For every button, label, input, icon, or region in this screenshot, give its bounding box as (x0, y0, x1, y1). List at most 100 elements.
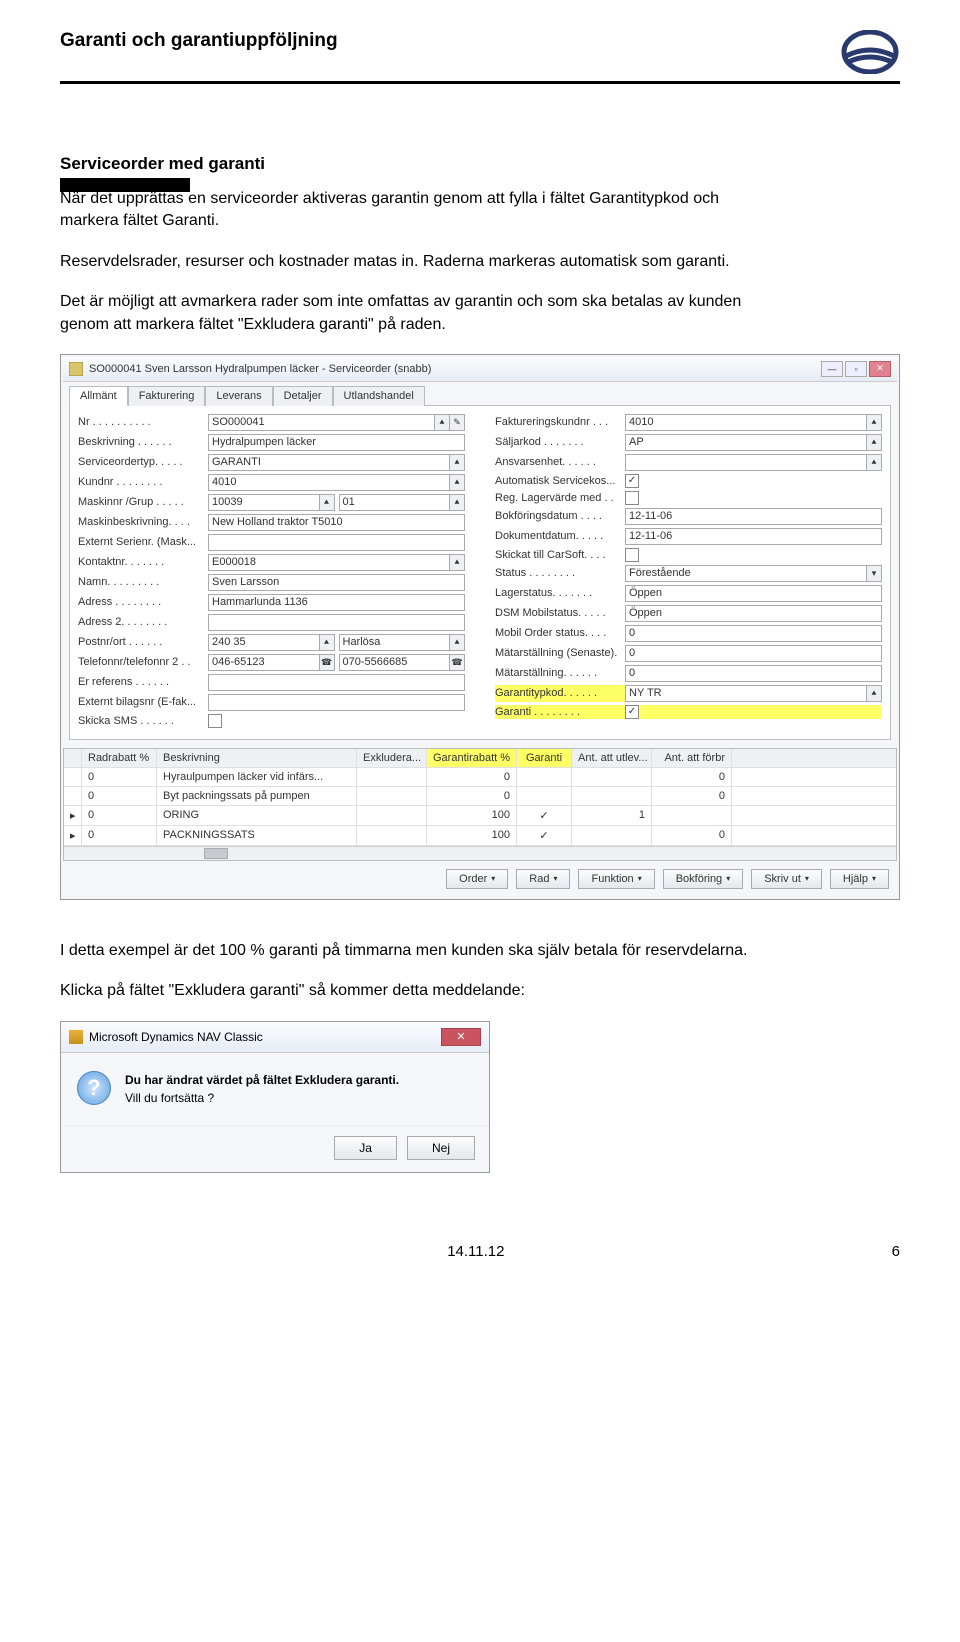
field-label: Garantitypkod. . . . . . (495, 687, 625, 699)
checkbox[interactable] (208, 714, 222, 728)
dialog-close-button[interactable]: ✕ (441, 1028, 481, 1046)
text-input[interactable]: NY TR (625, 685, 867, 702)
grid-header[interactable]: Exkludera... (357, 749, 427, 767)
close-button[interactable]: ✕ (869, 361, 891, 377)
edit-button[interactable]: ✎ (449, 414, 465, 431)
field-label: Mobil Order status. . . . (495, 627, 625, 639)
field-label: Beskrivning . . . . . . (78, 436, 208, 448)
text-input[interactable]: 0 (625, 665, 882, 682)
grid-header[interactable]: Beskrivning (157, 749, 357, 767)
text-input[interactable] (208, 534, 465, 551)
grid-header[interactable]: Garantirabatt % (427, 749, 517, 767)
field-label: Telefonnr/telefonnr 2 . . (78, 656, 208, 668)
grid-header[interactable]: Garanti (517, 749, 572, 767)
document-title: Garanti och garantiuppföljning (60, 30, 338, 52)
order-button[interactable]: Order▾ (446, 869, 508, 889)
field-label: Lagerstatus. . . . . . . (495, 587, 625, 599)
dialog-no-button[interactable]: Nej (407, 1136, 475, 1160)
field-label: Kundnr . . . . . . . . (78, 476, 208, 488)
text-input[interactable]: 4010 (625, 414, 867, 431)
text-input[interactable]: GARANTI (208, 454, 450, 471)
lookup-button[interactable]: ⯅ (449, 494, 465, 511)
lookup-button[interactable]: ⯅ (866, 434, 882, 451)
funktion-button[interactable]: Funktion▾ (578, 869, 654, 889)
field-label: Faktureringskundnr . . . (495, 416, 625, 428)
text-input[interactable] (208, 614, 465, 631)
text-input[interactable] (208, 674, 465, 691)
field-label: Mätarställning. . . . . . (495, 667, 625, 679)
tab-detaljer[interactable]: Detaljer (273, 386, 333, 406)
tab-allmänt[interactable]: Allmänt (69, 386, 128, 406)
lookup-button[interactable]: ⯅ (434, 414, 450, 431)
lookup-button[interactable]: ⯅ (866, 414, 882, 431)
table-row[interactable]: 0Hyraulpumpen läcker vid infärs...00 (64, 768, 896, 787)
text-input[interactable]: E000018 (208, 554, 450, 571)
tab-leverans[interactable]: Leverans (205, 386, 272, 406)
checkbox[interactable] (625, 491, 639, 505)
phone-icon[interactable]: ☎ (319, 654, 335, 671)
text-input[interactable]: 0 (625, 625, 882, 642)
bokföring-button[interactable]: Bokföring▾ (663, 869, 744, 889)
dropdown-button[interactable]: ▾ (866, 565, 882, 582)
lookup-button[interactable]: ⯅ (319, 494, 335, 511)
table-row[interactable]: 0Byt packningssats på pumpen00 (64, 787, 896, 806)
table-row[interactable]: ▸0ORING100✓1 (64, 806, 896, 826)
field-label: Nr . . . . . . . . . . (78, 416, 208, 428)
text-input[interactable]: 01 (339, 494, 451, 511)
form-field: Mobil Order status. . . .0 (495, 625, 882, 642)
text-input[interactable]: 10039 (208, 494, 320, 511)
rad-button[interactable]: Rad▾ (516, 869, 570, 889)
lookup-button[interactable]: ⯅ (449, 454, 465, 471)
text-input[interactable]: SO000041 (208, 414, 435, 431)
field-label: Reg. Lagervärde med . . (495, 492, 625, 504)
text-input[interactable]: 046-65123 (208, 654, 320, 671)
text-input[interactable] (208, 694, 465, 711)
grid-header[interactable]: Ant. att förbr (652, 749, 732, 767)
text-input[interactable]: Hydralpumpen läcker (208, 434, 465, 451)
text-input[interactable]: Sven Larsson (208, 574, 465, 591)
lookup-button[interactable]: ⯅ (449, 554, 465, 571)
lookup-button[interactable]: ⯅ (449, 634, 465, 651)
text-input[interactable] (625, 454, 867, 471)
dialog-yes-button[interactable]: Ja (334, 1136, 397, 1160)
tab-fakturering[interactable]: Fakturering (128, 386, 206, 406)
lookup-button[interactable]: ⯅ (866, 685, 882, 702)
field-label: Maskinnr /Grup . . . . . (78, 496, 208, 508)
dialog-line-2: Vill du fortsätta ? (125, 1089, 399, 1107)
minimize-button[interactable]: — (821, 361, 843, 377)
phone-icon[interactable]: ☎ (449, 654, 465, 671)
text-input[interactable]: Öppen (625, 605, 882, 622)
form-field: Externt bilagsnr (E-fak... (78, 694, 465, 711)
lines-grid[interactable]: Radrabatt %BeskrivningExkludera...Garant… (63, 748, 897, 861)
form-field: DSM Mobilstatus. . . . .Öppen (495, 605, 882, 622)
checkbox[interactable]: ✓ (625, 474, 639, 488)
checkbox[interactable] (625, 548, 639, 562)
text-input[interactable]: New Holland traktor T5010 (208, 514, 465, 531)
grid-header[interactable]: Ant. att utlev... (572, 749, 652, 767)
text-input[interactable]: Hammarlunda 1136 (208, 594, 465, 611)
confirm-dialog: Microsoft Dynamics NAV Classic ✕ ? Du ha… (60, 1021, 490, 1173)
text-input[interactable]: 12-11-06 (625, 508, 882, 525)
text-input[interactable]: 240 35 (208, 634, 320, 651)
lookup-button[interactable]: ⯅ (319, 634, 335, 651)
grid-header[interactable]: Radrabatt % (82, 749, 157, 767)
hjälp-button[interactable]: Hjälp▾ (830, 869, 889, 889)
text-input[interactable]: 070-5566685 (339, 654, 451, 671)
text-input[interactable]: AP (625, 434, 867, 451)
skriv-ut-button[interactable]: Skriv ut▾ (751, 869, 822, 889)
text-input[interactable]: Förestående (625, 565, 867, 582)
horizontal-scrollbar[interactable] (64, 846, 896, 860)
text-input[interactable]: Harlösa (339, 634, 451, 651)
table-row[interactable]: ▸0PACKNINGSSATS100✓0 (64, 826, 896, 846)
lookup-button[interactable]: ⯅ (866, 454, 882, 471)
tab-utlandshandel[interactable]: Utlandshandel (333, 386, 425, 406)
question-icon: ? (77, 1071, 111, 1105)
section-title: Serviceorder med garanti (60, 154, 900, 174)
maximize-button[interactable]: ▫ (845, 361, 867, 377)
lookup-button[interactable]: ⯅ (449, 474, 465, 491)
text-input[interactable]: 12-11-06 (625, 528, 882, 545)
checkbox[interactable]: ✓ (625, 705, 639, 719)
text-input[interactable]: Öppen (625, 585, 882, 602)
text-input[interactable]: 4010 (208, 474, 450, 491)
text-input[interactable]: 0 (625, 645, 882, 662)
